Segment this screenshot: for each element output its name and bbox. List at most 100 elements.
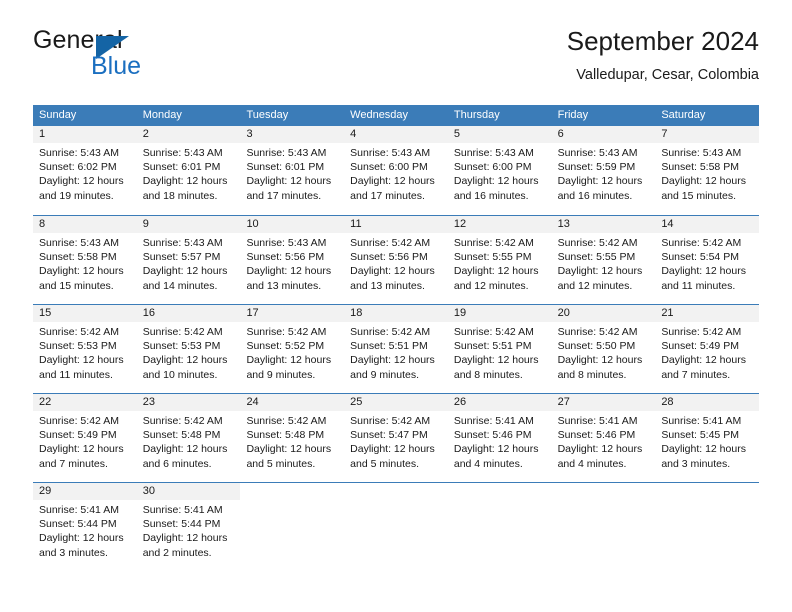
week-row: 22 Sunrise: 5:42 AM Sunset: 5:49 PM Dayl…	[33, 393, 760, 482]
day-number-band: 4	[344, 126, 448, 143]
day-cell-empty	[447, 483, 552, 571]
day-cell[interactable]: 26 Sunrise: 5:41 AM Sunset: 5:46 PM Dayl…	[447, 394, 552, 482]
daylight-text-line2: and 8 minutes.	[557, 368, 627, 381]
weekday-header-saturday: Saturday	[661, 109, 706, 121]
day-cell[interactable]: 16 Sunrise: 5:42 AM Sunset: 5:53 PM Dayl…	[136, 305, 241, 393]
daylight-text-line1: Daylight: 12 hours	[350, 175, 435, 188]
daylight-text-line2: and 12 minutes.	[453, 279, 529, 292]
day-details: Sunrise: 5:42 AM Sunset: 5:54 PM Dayligh…	[655, 233, 759, 293]
day-details: Sunrise: 5:42 AM Sunset: 5:49 PM Dayligh…	[33, 411, 137, 471]
daylight-text-line1: Daylight: 12 hours	[350, 443, 435, 456]
day-cell[interactable]: 7 Sunrise: 5:43 AM Sunset: 5:58 PM Dayli…	[655, 126, 760, 215]
sunrise-text: Sunrise: 5:42 AM	[557, 326, 638, 338]
daylight-text-line1: Daylight: 12 hours	[453, 354, 539, 367]
day-cell[interactable]: 10 Sunrise: 5:43 AM Sunset: 5:56 PM Dayl…	[240, 216, 345, 304]
day-cell[interactable]: 9 Sunrise: 5:43 AM Sunset: 5:57 PM Dayli…	[136, 216, 241, 304]
sunrise-text: Sunrise: 5:42 AM	[350, 415, 431, 427]
day-cell[interactable]: 19 Sunrise: 5:42 AM Sunset: 5:51 PM Dayl…	[447, 305, 552, 393]
day-cell[interactable]: 14 Sunrise: 5:42 AM Sunset: 5:54 PM Dayl…	[655, 216, 760, 304]
day-cell[interactable]: 29 Sunrise: 5:41 AM Sunset: 5:44 PM Dayl…	[33, 483, 137, 571]
day-number-band	[240, 483, 345, 500]
daylight-text-line2: and 5 minutes.	[350, 457, 420, 470]
sunrise-text: Sunrise: 5:42 AM	[142, 326, 223, 338]
sunset-text: Sunset: 6:00 PM	[453, 161, 532, 174]
daylight-text-line1: Daylight: 12 hours	[39, 443, 124, 456]
sunrise-text: Sunrise: 5:43 AM	[246, 147, 327, 159]
sunrise-text: Sunrise: 5:42 AM	[453, 237, 534, 249]
day-cell[interactable]: 21 Sunrise: 5:42 AM Sunset: 5:49 PM Dayl…	[655, 305, 760, 393]
day-number-band: 17	[240, 305, 345, 322]
day-number-band: 15	[33, 305, 137, 322]
day-number-band: 24	[240, 394, 345, 411]
day-number-band	[344, 483, 448, 500]
day-number-band: 7	[655, 126, 760, 143]
daylight-text-line1: Daylight: 12 hours	[661, 175, 746, 188]
daylight-text-line2: and 9 minutes.	[350, 368, 420, 381]
sunrise-text: Sunrise: 5:43 AM	[557, 147, 638, 159]
day-cell[interactable]: 5 Sunrise: 5:43 AM Sunset: 6:00 PM Dayli…	[447, 126, 552, 215]
day-cell-empty	[240, 483, 345, 571]
day-cell[interactable]: 22 Sunrise: 5:42 AM Sunset: 5:49 PM Dayl…	[33, 394, 137, 482]
day-number: 4	[350, 128, 357, 140]
brand-name-blue: Blue	[91, 52, 142, 80]
day-cell[interactable]: 13 Sunrise: 5:42 AM Sunset: 5:55 PM Dayl…	[551, 216, 656, 304]
day-number-band: 9	[136, 216, 241, 233]
day-cell[interactable]: 25 Sunrise: 5:42 AM Sunset: 5:47 PM Dayl…	[344, 394, 448, 482]
day-number: 5	[453, 128, 460, 140]
day-cell[interactable]: 24 Sunrise: 5:42 AM Sunset: 5:48 PM Dayl…	[240, 394, 345, 482]
sunset-text: Sunset: 5:54 PM	[661, 251, 739, 264]
sunset-text: Sunset: 5:52 PM	[246, 340, 325, 353]
day-number: 2	[142, 128, 149, 140]
day-details: Sunrise: 5:43 AM Sunset: 6:01 PM Dayligh…	[240, 143, 344, 203]
day-cell[interactable]: 30 Sunrise: 5:41 AM Sunset: 5:44 PM Dayl…	[136, 483, 241, 571]
day-details: Sunrise: 5:43 AM Sunset: 6:00 PM Dayligh…	[448, 143, 552, 203]
sunset-text: Sunset: 5:56 PM	[350, 251, 428, 264]
day-cell[interactable]: 23 Sunrise: 5:42 AM Sunset: 5:48 PM Dayl…	[136, 394, 241, 482]
day-cell[interactable]: 20 Sunrise: 5:42 AM Sunset: 5:50 PM Dayl…	[551, 305, 656, 393]
daylight-text-line2: and 11 minutes.	[661, 279, 736, 292]
day-number: 27	[557, 396, 570, 408]
daylight-text-line2: and 16 minutes.	[453, 189, 529, 202]
daylight-text-line1: Daylight: 12 hours	[557, 175, 643, 188]
sunset-text: Sunset: 5:49 PM	[661, 340, 739, 353]
day-cell[interactable]: 8 Sunrise: 5:43 AM Sunset: 5:58 PM Dayli…	[33, 216, 137, 304]
day-number: 23	[142, 396, 155, 408]
day-cell[interactable]: 2 Sunrise: 5:43 AM Sunset: 6:01 PM Dayli…	[136, 126, 241, 215]
day-number-band: 30	[136, 483, 241, 500]
sunset-text: Sunset: 5:47 PM	[350, 429, 428, 442]
day-cell[interactable]: 17 Sunrise: 5:42 AM Sunset: 5:52 PM Dayl…	[240, 305, 345, 393]
day-details: Sunrise: 5:42 AM Sunset: 5:56 PM Dayligh…	[344, 233, 448, 293]
day-cell[interactable]: 4 Sunrise: 5:43 AM Sunset: 6:00 PM Dayli…	[344, 126, 448, 215]
sunset-text: Sunset: 5:55 PM	[557, 251, 636, 264]
day-number: 10	[246, 218, 259, 230]
day-details: Sunrise: 5:41 AM Sunset: 5:45 PM Dayligh…	[655, 411, 759, 471]
day-cell[interactable]: 11 Sunrise: 5:42 AM Sunset: 5:56 PM Dayl…	[344, 216, 448, 304]
sunrise-text: Sunrise: 5:43 AM	[350, 147, 431, 159]
day-cell[interactable]: 3 Sunrise: 5:43 AM Sunset: 6:01 PM Dayli…	[240, 126, 345, 215]
day-number: 3	[246, 128, 253, 140]
weekday-header-friday: Friday	[557, 109, 589, 121]
sunset-text: Sunset: 5:49 PM	[39, 429, 117, 442]
day-details: Sunrise: 5:42 AM Sunset: 5:49 PM Dayligh…	[655, 322, 759, 382]
sunset-text: Sunset: 5:55 PM	[453, 251, 532, 264]
sunset-text: Sunset: 6:01 PM	[246, 161, 325, 174]
day-cell[interactable]: 18 Sunrise: 5:42 AM Sunset: 5:51 PM Dayl…	[344, 305, 448, 393]
day-cell[interactable]: 27 Sunrise: 5:41 AM Sunset: 5:46 PM Dayl…	[551, 394, 656, 482]
daylight-text-line1: Daylight: 12 hours	[246, 443, 332, 456]
day-number-band: 10	[240, 216, 345, 233]
day-cell[interactable]: 28 Sunrise: 5:41 AM Sunset: 5:45 PM Dayl…	[655, 394, 760, 482]
day-cell[interactable]: 12 Sunrise: 5:42 AM Sunset: 5:55 PM Dayl…	[447, 216, 552, 304]
day-cell[interactable]: 1 Sunrise: 5:43 AM Sunset: 6:02 PM Dayli…	[33, 126, 137, 215]
day-cell[interactable]: 15 Sunrise: 5:42 AM Sunset: 5:53 PM Dayl…	[33, 305, 137, 393]
day-details: Sunrise: 5:42 AM Sunset: 5:48 PM Dayligh…	[240, 411, 344, 471]
day-number: 6	[557, 128, 564, 140]
day-number-band: 16	[136, 305, 241, 322]
daylight-text-line2: and 13 minutes.	[350, 279, 425, 292]
day-cell[interactable]: 6 Sunrise: 5:43 AM Sunset: 5:59 PM Dayli…	[551, 126, 656, 215]
day-details: Sunrise: 5:43 AM Sunset: 6:01 PM Dayligh…	[137, 143, 241, 203]
sunset-text: Sunset: 5:53 PM	[142, 340, 221, 353]
daylight-text-line2: and 10 minutes.	[142, 368, 218, 381]
sunset-text: Sunset: 5:58 PM	[661, 161, 739, 174]
daylight-text-line2: and 13 minutes.	[246, 279, 322, 292]
brand-logo[interactable]: General Blue	[33, 26, 263, 90]
